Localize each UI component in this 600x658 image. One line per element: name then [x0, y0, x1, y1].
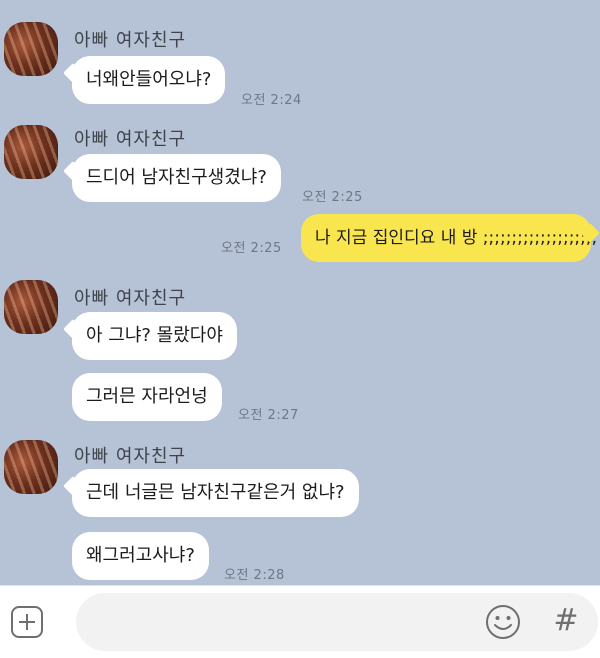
message-bubble[interactable]: 드디어 남자친구생겼냐? — [72, 154, 281, 202]
sender-name: 아빠 여자친구 — [74, 30, 187, 51]
message-bubble[interactable]: 왜그러고사냐? — [72, 532, 209, 580]
message-bubble[interactable]: 그러믄 자라언넝 — [72, 373, 222, 421]
sender-avatar[interactable] — [4, 125, 58, 179]
sender-name: 아빠 여자친구 — [74, 288, 187, 309]
chat-area[interactable]: 아빠 여자친구 너왜안들어오냐? 오전 2:24 아빠 여자친구 드디어 남자친… — [0, 0, 600, 585]
message-bubble[interactable]: 근데 너글믄 남자친구같은거 없냐? — [72, 469, 359, 517]
message-time: 오전 2:24 — [241, 93, 302, 108]
hashtag-button[interactable]: # — [548, 601, 584, 641]
sender-avatar[interactable] — [4, 22, 58, 76]
message-input-bar: # — [0, 585, 600, 658]
smiley-icon[interactable] — [484, 603, 522, 641]
sender-avatar[interactable] — [4, 280, 58, 334]
message-time: 오전 2:28 — [224, 568, 285, 583]
message-time: 오전 2:25 — [302, 190, 363, 205]
my-message-bubble[interactable]: 나 지금 집인디요 내 방 ;;;;;;;;;;;;;;;;;;;; — [301, 214, 597, 262]
plus-square-icon[interactable] — [10, 605, 44, 639]
message-bubble[interactable]: 아 그냐? 몰랐다야 — [72, 312, 237, 360]
sender-avatar[interactable] — [4, 440, 58, 494]
message-time: 오전 2:27 — [238, 408, 299, 423]
message-bubble[interactable]: 너왜안들어오냐? — [72, 56, 226, 104]
sender-name: 아빠 여자친구 — [74, 129, 187, 150]
message-time: 오전 2:25 — [221, 241, 282, 256]
sender-name: 아빠 여자친구 — [74, 446, 187, 467]
